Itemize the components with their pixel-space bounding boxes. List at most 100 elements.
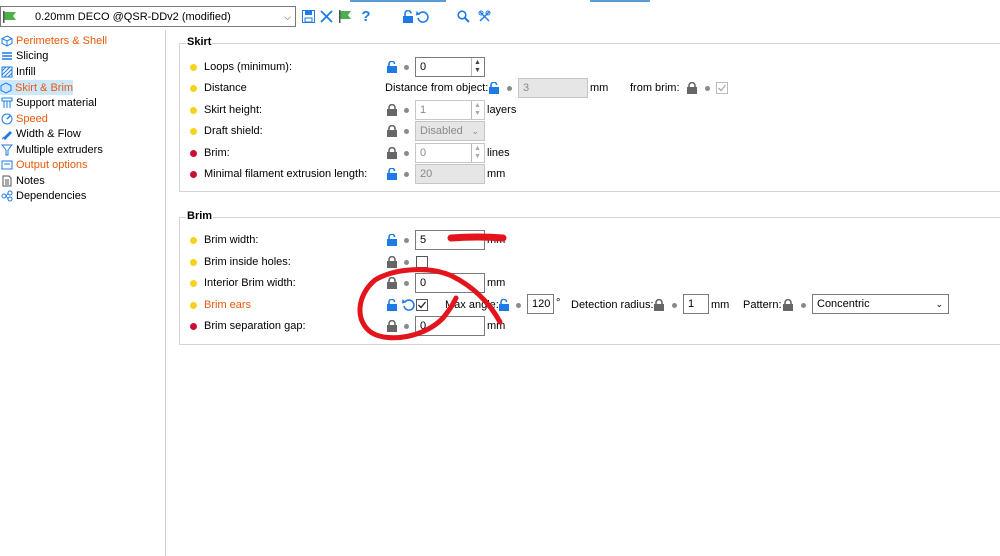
skirt-height-spin[interactable]: 1 ▲ ▼ <box>415 100 485 120</box>
system-value-bullet[interactable] <box>404 260 409 265</box>
system-value-bullet[interactable] <box>404 129 409 134</box>
locked-lock-icon[interactable] <box>386 147 398 159</box>
sidebar-item-dependencies[interactable]: Dependencies <box>0 188 166 203</box>
spin-buttons[interactable]: ▲ ▼ <box>471 58 484 76</box>
brim-width-field[interactable]: 5 <box>415 230 485 250</box>
unlocked-lock-icon[interactable] <box>488 82 500 94</box>
delete-icon[interactable] <box>318 8 334 24</box>
search-icon[interactable] <box>455 8 471 24</box>
sidebar-item-label: Infill <box>16 65 36 78</box>
system-value-bullet[interactable] <box>404 281 409 286</box>
cube-icon <box>0 34 13 47</box>
brim-inside-holes-checkbox[interactable] <box>416 256 428 268</box>
brim-loops-spin[interactable]: 0 ▲ ▼ <box>415 143 485 163</box>
skirt-icon <box>0 81 12 94</box>
locked-lock-icon[interactable] <box>386 125 398 137</box>
skirt-height-unit: layers <box>487 104 517 116</box>
sidebar-item-infill[interactable]: Infill <box>0 64 166 79</box>
brim-width-unit: mm <box>487 234 506 246</box>
simple-mode-dot <box>190 259 197 266</box>
sidebar-item-label: Skirt & Brim <box>15 81 74 94</box>
unlocked-lock-icon[interactable] <box>386 299 398 311</box>
sidebar-item-label: Notes <box>16 174 45 187</box>
system-value-bullet[interactable] <box>801 303 806 308</box>
system-value-bullet[interactable] <box>404 65 409 70</box>
flag-icon[interactable] <box>337 8 353 24</box>
simple-mode-dot <box>190 237 197 244</box>
draft-shield-value: Disabled <box>420 125 463 137</box>
skirt-height-value: 1 <box>420 104 427 116</box>
sidebar-item-width-flow[interactable]: Width & Flow <box>0 126 166 141</box>
system-value-bullet[interactable] <box>404 238 409 243</box>
from-brim-label: from brim: <box>630 82 680 94</box>
locked-lock-icon[interactable] <box>782 299 794 311</box>
max-angle-value: 120 <box>532 298 551 310</box>
compare-icon[interactable] <box>476 8 492 24</box>
help-icon[interactable]: ? <box>358 8 374 25</box>
unlocked-lock-icon[interactable] <box>386 61 398 73</box>
sidebar-item-slicing[interactable]: Slicing <box>0 48 166 63</box>
loops-spin[interactable]: 0 ▲ ▼ <box>415 57 485 77</box>
distance-field[interactable]: 3 <box>518 78 588 98</box>
simple-mode-dot <box>190 302 197 309</box>
min-filament-unit: mm <box>487 168 506 180</box>
unlocked-lock-icon[interactable] <box>386 234 398 246</box>
distance-value: 3 <box>523 82 530 94</box>
extruders-icon <box>0 143 13 156</box>
locked-lock-icon[interactable] <box>686 82 698 94</box>
draft-shield-select[interactable]: Disabled ⌄ <box>415 121 485 141</box>
system-value-bullet[interactable] <box>672 303 677 308</box>
from-brim-checkbox[interactable] <box>716 82 728 94</box>
sidebar-item-label: Perimeters & Shell <box>16 34 108 47</box>
spin-buttons[interactable]: ▲ ▼ <box>471 144 484 162</box>
sidebar-item-label: Support material <box>16 96 97 109</box>
interior-brim-width-field[interactable]: 0 <box>415 273 485 293</box>
locked-lock-icon[interactable] <box>386 256 398 268</box>
save-icon[interactable] <box>300 8 316 24</box>
sidebar-item-support[interactable]: Support material <box>0 95 166 110</box>
sidebar-item-skirt-brim[interactable]: Skirt & Brim <box>0 80 73 95</box>
preset-combo[interactable]: 0.20mm DECO @QSR-DDv2 (modified) ⌵ <box>0 6 296 27</box>
system-value-bullet[interactable] <box>507 86 512 91</box>
interior-brim-width-label: Interior Brim width: <box>204 277 296 289</box>
detection-radius-field[interactable]: 1 <box>683 294 709 314</box>
loops-label: Loops (minimum): <box>204 61 293 73</box>
brim-ears-checkbox[interactable] <box>416 299 428 311</box>
unlocked-lock-icon[interactable] <box>498 299 510 311</box>
brim-separation-gap-value: 0 <box>420 320 427 332</box>
speed-icon <box>0 112 13 125</box>
pattern-select[interactable]: Concentric ⌄ <box>812 294 949 314</box>
brim-separation-gap-field[interactable]: 0 <box>415 316 485 336</box>
brim-group-title: Brim <box>186 210 214 222</box>
undo-icon[interactable] <box>402 298 415 311</box>
system-value-bullet[interactable] <box>404 151 409 156</box>
system-value-bullet[interactable] <box>404 324 409 329</box>
sidebar-item-notes[interactable]: Notes <box>0 173 166 188</box>
sidebar-item-perimeters[interactable]: Perimeters & Shell <box>0 33 166 48</box>
preset-name: 0.20mm DECO @QSR-DDv2 (modified) <box>35 11 231 23</box>
dependencies-icon <box>0 189 13 202</box>
simple-mode-dot <box>190 280 197 287</box>
sidebar-item-speed[interactable]: Speed <box>0 111 166 126</box>
draft-shield-label: Draft shield: <box>204 125 263 137</box>
spin-buttons[interactable]: ▲ ▼ <box>471 101 484 119</box>
system-value-bullet[interactable] <box>404 172 409 177</box>
locked-lock-icon[interactable] <box>653 299 665 311</box>
locked-lock-icon[interactable] <box>386 104 398 116</box>
system-value-bullet[interactable] <box>705 86 710 91</box>
brim-inside-holes-label: Brim inside holes: <box>204 256 291 268</box>
unlocked-lock-icon[interactable] <box>386 168 398 180</box>
sidebar-item-label: Dependencies <box>16 189 87 202</box>
undo-icon[interactable] <box>414 8 430 24</box>
sidebar-item-extruders[interactable]: Multiple extruders <box>0 142 166 157</box>
system-value-bullet[interactable] <box>404 108 409 113</box>
max-angle-field[interactable]: 120 <box>527 294 554 314</box>
locked-lock-icon[interactable] <box>386 320 398 332</box>
min-filament-field[interactable]: 20 <box>415 164 485 184</box>
max-angle-label: Max angle: <box>445 299 499 311</box>
expert-mode-dot <box>190 323 197 330</box>
sidebar-item-output[interactable]: Output options <box>0 157 166 172</box>
system-value-bullet[interactable] <box>516 303 521 308</box>
locked-lock-icon[interactable] <box>386 277 398 289</box>
brim-separation-gap-unit: mm <box>487 320 506 332</box>
